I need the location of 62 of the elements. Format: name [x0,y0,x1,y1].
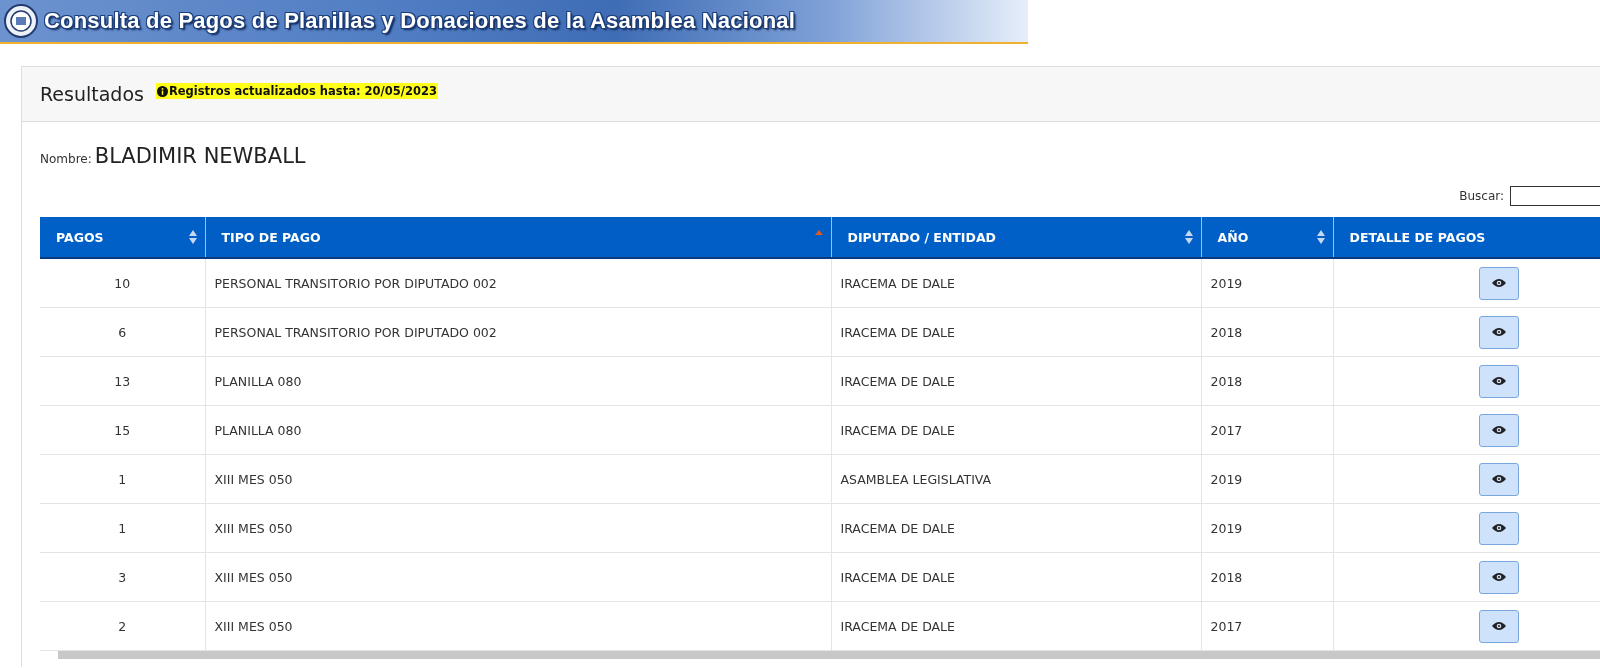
table-cell: 2017 [1201,405,1333,455]
table-cell: IRACEMA DE DALE [831,601,1201,651]
table-cell: 10 [40,258,205,308]
table-cell: 15 [40,405,205,455]
table-cell: PLANILLA 080 [205,356,831,406]
name-label: Nombre: [40,152,92,166]
table-cell: ASAMBLEA LEGISLATIVA [831,454,1201,504]
eye-icon [1491,523,1506,533]
table-cell: XIII MES 050 [205,601,831,651]
table-cell: 2018 [1201,307,1333,357]
eye-icon [1491,278,1506,288]
horizontal-scrollbar[interactable] [58,651,1600,659]
column-header[interactable]: DIPUTADO / ENTIDAD [831,217,1201,258]
view-details-button[interactable] [1478,413,1519,447]
table-cell: PERSONAL TRANSITORIO POR DIPUTADO 002 [205,258,831,308]
table-cell: 2019 [1201,454,1333,504]
table-cell: 6 [40,307,205,357]
column-header[interactable]: DETALLE DE PAGOS [1333,217,1600,258]
table-cell: 2 [40,601,205,651]
table-cell: 3 [40,552,205,602]
table-cell: 2017 [1201,601,1333,651]
table-cell: IRACEMA DE DALE [831,503,1201,553]
column-header[interactable]: TIPO DE PAGO [205,217,831,258]
search-field[interactable] [1510,186,1600,206]
table-cell: IRACEMA DE DALE [831,258,1201,308]
view-details-button[interactable] [1478,609,1519,643]
table-cell: IRACEMA DE DALE [831,307,1201,357]
view-details-button[interactable] [1478,364,1519,398]
eye-icon [1491,474,1506,484]
eye-icon [1491,621,1506,631]
name-value: BLADIMIR NEWBALL [94,144,306,168]
table-cell: XIII MES 050 [205,552,831,602]
table-cell: XIII MES 050 [205,503,831,553]
banner-title: Consulta de Pagos de Planillas y Donaciones de la Asamblea Nacional [44,8,796,34]
table-cell: 2018 [1201,356,1333,406]
table-cell: IRACEMA DE DALE [831,356,1201,406]
eye-icon [1491,376,1506,386]
table-cell: IRACEMA DE DALE [831,405,1201,455]
view-details-button[interactable] [1478,462,1519,496]
table-cell: 2019 [1201,503,1333,553]
table-cell: 1 [40,454,205,504]
table-cell: PERSONAL TRANSITORIO POR DIPUTADO 002 [205,307,831,357]
table-cell: 1 [40,503,205,553]
search-label: Buscar: [1459,189,1504,203]
view-details-button[interactable] [1478,560,1519,594]
view-details-button[interactable] [1478,266,1519,300]
eye-icon [1491,572,1506,582]
table-cell: 13 [40,356,205,406]
seal-logo-icon [4,4,38,38]
eye-icon [1491,425,1506,435]
table-cell: IRACEMA DE DALE [831,552,1201,602]
eye-icon [1491,327,1506,337]
card-title: Resultados [40,83,144,105]
table-cell: XIII MES 050 [205,454,831,504]
column-header[interactable]: PAGOS [40,217,205,258]
view-details-button[interactable] [1478,511,1519,545]
table-cell: PLANILLA 080 [205,405,831,455]
column-header[interactable]: AÑO [1201,217,1333,258]
table-cell: 2018 [1201,552,1333,602]
notice-text: Registros actualizados hasta: 20/05/2023 [168,84,437,98]
view-details-button[interactable] [1478,315,1519,349]
table-cell: 2019 [1201,258,1333,308]
